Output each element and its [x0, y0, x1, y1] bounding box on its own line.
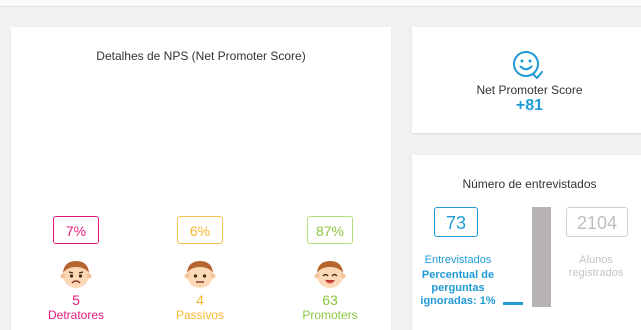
- registered-students-count: 2104: [566, 207, 628, 237]
- smile-check-icon: [513, 51, 543, 79]
- nps-details-title: Detalhes de NPS (Net Promoter Score): [96, 49, 306, 63]
- interviewed-count: 73: [434, 207, 478, 237]
- registered-students-label: Alunos registrados: [568, 254, 624, 279]
- ignored-indicator: [503, 302, 523, 305]
- comparison-bar: [532, 207, 551, 307]
- nps-score-value: +81: [515, 97, 544, 114]
- passives-percent: 6%: [177, 216, 223, 244]
- respondents-title: Número de entrevistados: [462, 177, 597, 191]
- passives-count: 4: [196, 292, 204, 308]
- promoters-percent: 87%: [307, 216, 353, 244]
- sad-face-icon: [60, 261, 92, 288]
- passives-label: Passivos: [175, 308, 225, 322]
- ignored-questions-text: Percentual de perguntas ignoradas: 1%: [420, 269, 496, 307]
- detractors-count: 5: [72, 292, 80, 308]
- detractors-percent: 7%: [53, 216, 99, 244]
- detractors-group: 7% 5 Detratores: [41, 216, 111, 322]
- nps-details-card: Detalhes de NPS (Net Promoter Score) 7% …: [11, 27, 391, 330]
- top-bar: [0, 0, 641, 7]
- promoters-count: 63: [322, 292, 338, 308]
- promoters-label: Promoters: [302, 308, 358, 322]
- neutral-face-icon: [184, 261, 216, 288]
- nps-score-card: Net Promoter Score +81: [412, 27, 641, 133]
- respondents-card: Número de entrevistados 73 Entrevistados…: [412, 155, 641, 330]
- promoters-group: 87% 63 Promoters: [295, 216, 365, 322]
- detractors-label: Detratores: [47, 308, 105, 322]
- happy-face-icon: [314, 261, 346, 288]
- nps-score-label: Net Promoter Score: [476, 83, 583, 97]
- interviewed-label: Entrevistados: [424, 254, 492, 266]
- passives-group: 6% 4 Passivos: [165, 216, 235, 322]
